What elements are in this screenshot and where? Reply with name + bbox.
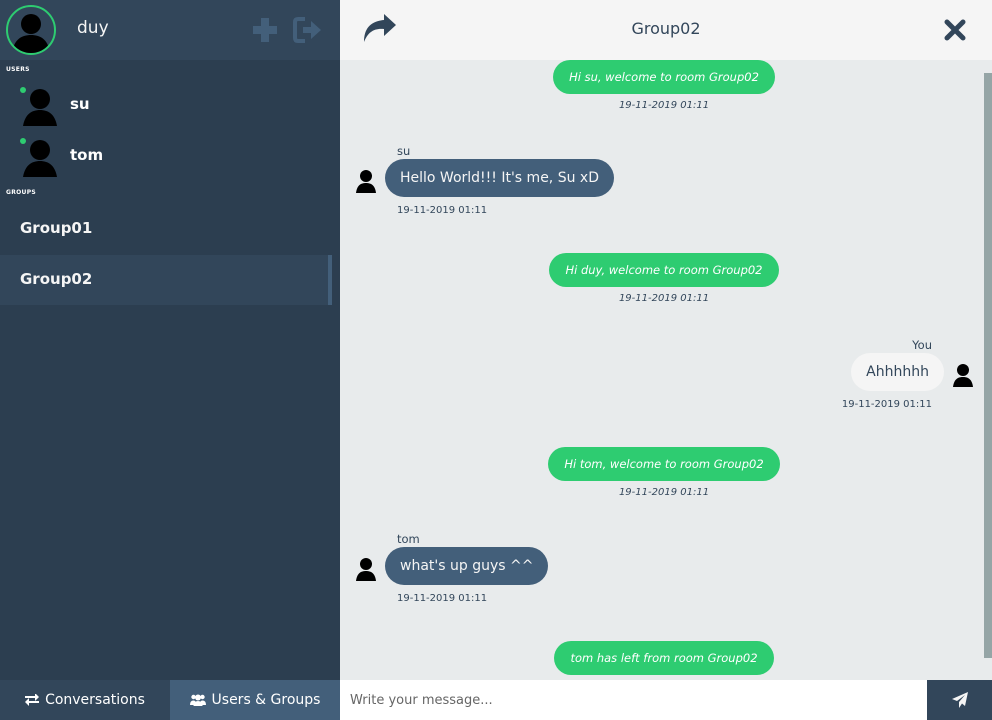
user-avatar-icon	[356, 170, 376, 193]
exchange-icon	[25, 694, 40, 706]
message-list[interactable]: Hi su, welcome to room Group02 19-11-201…	[340, 60, 992, 680]
message-sender: You	[912, 338, 932, 352]
message-timestamp: 19-11-2019 01:11	[618, 487, 710, 498]
user-avatar-icon	[12, 14, 50, 53]
message-timestamp: 19-11-2019 01:11	[397, 205, 488, 216]
tab-users-groups-label: Users & Groups	[211, 692, 321, 708]
tab-conversations-label: Conversations	[45, 692, 145, 708]
user-avatar-icon	[23, 140, 57, 177]
add-button[interactable]	[251, 16, 279, 44]
system-message-text: Hi tom, welcome to room Group02	[548, 447, 780, 481]
tab-conversations[interactable]: Conversations	[0, 680, 170, 720]
message-composer	[340, 680, 992, 720]
tab-users-groups[interactable]: Users & Groups	[170, 680, 340, 720]
user-avatar-icon	[356, 558, 376, 581]
message-timestamp: 19-11-2019 01:11	[841, 399, 932, 410]
close-button[interactable]	[944, 19, 966, 41]
sidebar-user-tom[interactable]: tom	[0, 131, 340, 181]
sidebar-group-group01[interactable]: Group01	[0, 204, 332, 254]
chat-panel: Group02 Hi su, welcome to room Group02 1…	[340, 0, 992, 720]
system-message: tom has left from room Group02	[340, 641, 988, 675]
sidebar-group-label: Group01	[20, 219, 93, 237]
system-message: Hi tom, welcome to room Group02 19-11-20…	[340, 447, 988, 498]
chat-title: Group02	[631, 19, 701, 38]
message-sender: su	[397, 144, 411, 158]
active-indicator	[328, 255, 332, 305]
system-message: Hi duy, welcome to room Group02 19-11-20…	[340, 253, 988, 304]
plus-icon	[253, 18, 277, 42]
message-timestamp: 19-11-2019 01:11	[618, 293, 710, 304]
users-icon	[189, 694, 206, 706]
chat-header: Group02	[340, 0, 992, 60]
close-icon	[944, 19, 966, 41]
user-avatar-icon	[23, 89, 57, 126]
user-avatar-icon	[953, 364, 973, 387]
system-message-text: Hi duy, welcome to room Group02	[549, 253, 779, 287]
sidebar: duy USERS su tom GROUPS Group01 Group02 …	[0, 0, 340, 720]
sidebar-group-group02[interactable]: Group02	[0, 255, 332, 305]
sidebar-bottom-tabs: Conversations Users & Groups	[0, 680, 340, 720]
message-scrollbar[interactable]	[984, 73, 992, 658]
profile-username: duy	[77, 18, 109, 38]
online-status-dot	[20, 138, 26, 144]
message-timestamp: 19-11-2019 01:11	[618, 100, 710, 111]
message-bubble: what's up guys ^^	[385, 547, 549, 585]
sign-out-icon	[293, 17, 321, 43]
users-section-label: USERS	[6, 66, 30, 73]
message-timestamp: 19-11-2019 01:11	[397, 593, 488, 604]
groups-section-label: GROUPS	[6, 189, 37, 196]
system-message: Hi su, welcome to room Group02 19-11-201…	[340, 60, 988, 111]
paper-plane-icon	[951, 692, 968, 708]
online-status-dot	[20, 87, 26, 93]
sidebar-group-label: Group02	[20, 270, 93, 288]
profile-avatar[interactable]	[6, 5, 56, 55]
sidebar-user-su[interactable]: su	[0, 80, 340, 130]
message-bubble: Ahhhhhh	[851, 353, 944, 391]
sidebar-user-label: tom	[70, 146, 104, 164]
system-message-text: tom has left from room Group02	[554, 641, 774, 675]
message-input[interactable]	[340, 680, 927, 720]
system-message-text: Hi su, welcome to room Group02	[553, 60, 775, 94]
logout-button[interactable]	[293, 16, 323, 44]
profile-header: duy	[0, 0, 340, 60]
message-bubble: Hello World!!! It's me, Su xD	[385, 159, 614, 197]
send-button[interactable]	[927, 680, 992, 720]
message-sender: tom	[397, 532, 420, 546]
sidebar-user-label: su	[70, 95, 90, 113]
